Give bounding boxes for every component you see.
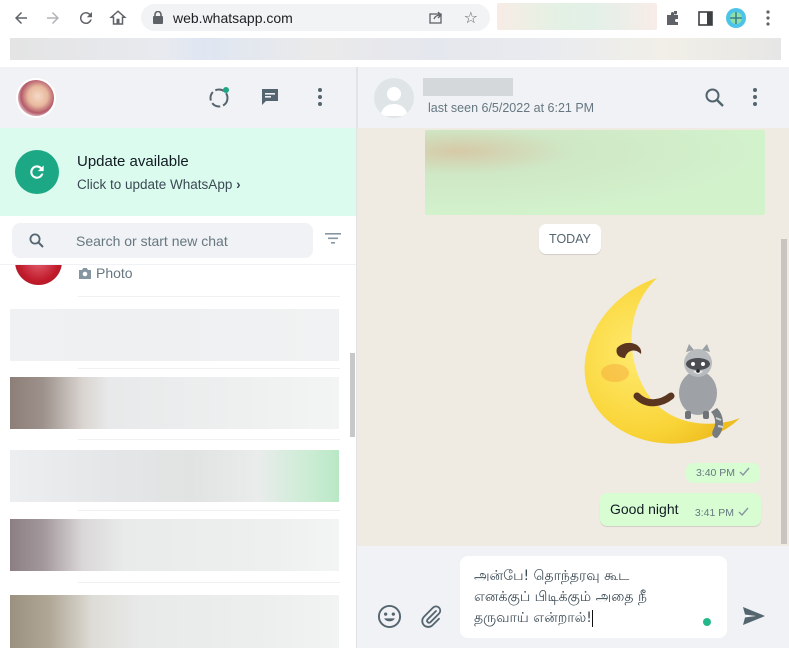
image-message[interactable] (425, 130, 765, 215)
message-meta: 3:40 PM (686, 463, 760, 483)
lock-icon[interactable] (153, 10, 163, 29)
chat-list-item[interactable] (10, 595, 339, 648)
chat-avatar (15, 265, 62, 285)
chat-preview: Photo (96, 265, 133, 281)
attach-icon[interactable] (419, 604, 443, 633)
share-icon[interactable] (428, 9, 444, 30)
camera-icon (78, 266, 92, 284)
search-row (0, 216, 356, 265)
address-bar[interactable]: web.whatsapp.com ☆ (141, 4, 490, 31)
search-box (12, 223, 313, 258)
sidebar-scrollbar[interactable] (350, 353, 355, 437)
message-input-value[interactable]: அன்பே! தொந்தரவு கூட எனக்குப் பிடிக்கும் … (474, 568, 647, 626)
message-meta: 3:41 PM (695, 507, 749, 519)
chevron-right-icon: › (236, 177, 241, 192)
emoji-icon[interactable] (377, 604, 402, 634)
new-chat-icon[interactable] (258, 85, 282, 109)
check-icon (739, 467, 750, 479)
chat-list-item[interactable] (10, 377, 339, 429)
message-time: 3:41 PM (694, 507, 734, 519)
menu-icon[interactable] (757, 7, 779, 29)
profile-icon[interactable] (725, 7, 747, 29)
extensions-icon[interactable] (662, 7, 684, 29)
divider (78, 582, 340, 583)
browser-toolbar: web.whatsapp.com ☆ (0, 0, 789, 35)
update-title: Update available (77, 153, 189, 170)
conversation-scrollbar[interactable] (781, 239, 787, 544)
chat-list-item[interactable] (10, 309, 339, 361)
last-seen: last seen 6/5/2022 at 6:21 PM (428, 101, 595, 115)
send-icon[interactable] (742, 606, 766, 631)
divider (78, 439, 340, 440)
home-icon[interactable] (107, 7, 129, 29)
menu-icon[interactable] (308, 85, 332, 109)
text-message[interactable]: Good night 3:41 PM (600, 493, 761, 526)
divider (78, 510, 340, 511)
sidebar: Update available Click to update WhatsAp… (0, 67, 357, 648)
search-input[interactable] (76, 223, 306, 258)
moon-raccoon-sticker (584, 278, 740, 444)
message-list: TODAY 3:40 PM Good night 3:41 PM (357, 128, 789, 546)
message-input[interactable]: அன்பே! தொந்தரவு கூட எனக்குப் பிடிக்கும் … (460, 556, 727, 638)
message-time: 3:40 PM (695, 467, 736, 479)
my-avatar[interactable] (16, 78, 56, 118)
back-icon[interactable] (10, 7, 32, 29)
url-text[interactable]: web.whatsapp.com (173, 10, 293, 26)
update-banner[interactable]: Update available Click to update WhatsAp… (0, 128, 356, 216)
forward-icon[interactable] (42, 7, 64, 29)
text-caret (591, 609, 593, 627)
message-input-text[interactable]: அன்பே! தொந்தரவு கூட எனக்குப் பிடிக்கும் … (474, 566, 714, 629)
chat-list-item[interactable]: Photo (0, 265, 340, 297)
menu-icon[interactable] (753, 88, 757, 111)
refresh-icon (15, 150, 59, 194)
conversation-header[interactable]: last seen 6/5/2022 at 6:21 PM (357, 67, 789, 128)
update-subtitle-text: Click to update WhatsApp (77, 177, 233, 192)
side-panel-icon[interactable] (694, 7, 716, 29)
chat-list-item[interactable] (10, 519, 339, 571)
star-icon[interactable]: ☆ (464, 8, 478, 28)
check-icon (738, 507, 749, 519)
chat-list: Photo (0, 265, 356, 648)
update-subtitle: Click to update WhatsApp › (77, 177, 241, 192)
sticker-message[interactable] (575, 278, 755, 453)
chat-list-item[interactable] (10, 450, 339, 502)
divider (78, 368, 340, 369)
search-icon[interactable] (29, 233, 44, 253)
date-divider: TODAY (539, 224, 601, 254)
whatsapp-app: Update available Click to update WhatsAp… (0, 67, 789, 648)
message-text: Good night (610, 501, 679, 517)
status-icon[interactable] (208, 85, 232, 109)
filter-icon[interactable] (325, 232, 341, 250)
reload-icon[interactable] (75, 7, 97, 29)
extension-area (497, 3, 657, 30)
bookmarks-bar (10, 38, 781, 60)
conversation-panel: last seen 6/5/2022 at 6:21 PM TODAY 3:40… (357, 67, 789, 648)
composer: அன்பே! தொந்தரவு கூட எனக்குப் பிடிக்கும் … (357, 546, 789, 648)
grammar-indicator-dot (703, 618, 711, 626)
contact-name (423, 78, 513, 96)
search-icon[interactable] (705, 88, 724, 112)
divider (78, 296, 340, 297)
sidebar-header (0, 67, 356, 128)
contact-avatar[interactable] (374, 78, 414, 118)
